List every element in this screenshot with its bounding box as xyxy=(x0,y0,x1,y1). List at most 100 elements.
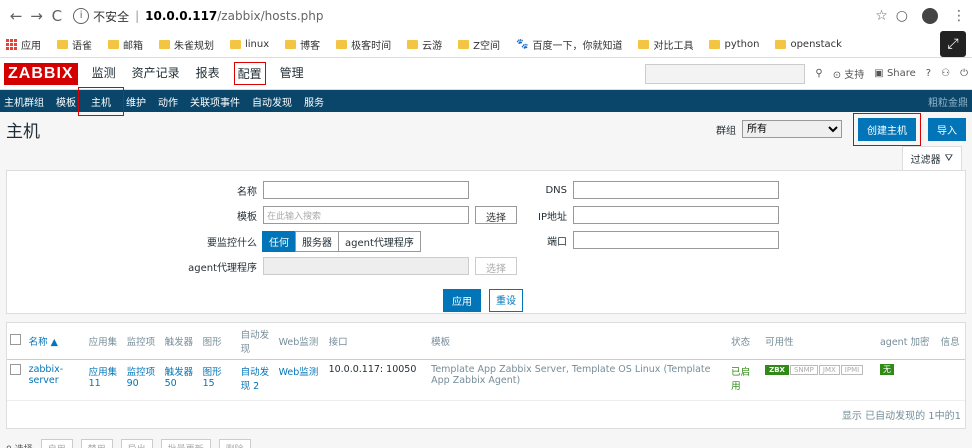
submenu-item[interactable]: 关联项事件 xyxy=(190,94,240,109)
filter-icon: ⛛ xyxy=(944,153,953,164)
menu-item[interactable]: 配置 xyxy=(233,62,266,85)
table-row: zabbix-server 应用集 11 监控项 90 触发器 50 图形 15 自动发现… xyxy=(7,360,965,400)
bookmark-label: 对比工具 xyxy=(653,40,694,52)
bookmark-item[interactable]: openstack xyxy=(775,39,842,50)
mass-action-button[interactable]: 启用 xyxy=(40,438,73,448)
name-input[interactable] xyxy=(263,181,469,199)
search-input[interactable] xyxy=(645,63,806,84)
reload-icon[interactable]: C xyxy=(47,7,67,25)
monitored-option[interactable]: 服务器 xyxy=(295,231,339,252)
search-icon[interactable]: ⚲ xyxy=(815,68,822,79)
submenu-item[interactable]: 自动发现 xyxy=(252,94,292,109)
mass-action-button[interactable]: 导出 xyxy=(120,438,153,448)
info-cell xyxy=(938,360,965,400)
submenu-item[interactable]: 模板 xyxy=(56,94,76,109)
availability-ipmi-badge: IPMI xyxy=(840,365,864,375)
help-icon[interactable]: ? xyxy=(926,68,931,79)
submenu-right[interactable]: 粗粒金鼎 xyxy=(928,94,968,109)
proxy-input[interactable] xyxy=(263,257,469,275)
monitored-by-toggle: 任何 服务器 agent代理程序 xyxy=(262,231,421,252)
bookmark-item[interactable]: linux xyxy=(230,39,269,50)
web-link[interactable]: Web监测 xyxy=(279,367,319,378)
dns-input[interactable] xyxy=(573,181,779,199)
ip-input[interactable] xyxy=(573,206,779,224)
status-link[interactable]: 已启用 xyxy=(731,367,750,392)
mass-action-button[interactable]: 删除 xyxy=(218,438,251,448)
group-select[interactable]: 所有 xyxy=(742,120,842,138)
submenu-item[interactable]: 维护 xyxy=(126,94,146,109)
bookmark-item[interactable]: 朱雀规划 xyxy=(159,37,214,52)
folder-icon xyxy=(285,39,297,49)
bookmark-item[interactable]: 🐾 百度一下，你就知道 xyxy=(516,37,622,52)
star-icon[interactable]: ☆ xyxy=(875,8,888,24)
address-bar-row: ← → C i 不安全 | 10.0.0.117 /zabbix/hosts.p… xyxy=(0,0,972,32)
avatar[interactable] xyxy=(921,8,938,24)
bookmark-item[interactable]: 博客 xyxy=(285,37,320,52)
port-input[interactable] xyxy=(573,231,779,249)
zabbix-logo[interactable]: ZABBIX xyxy=(4,62,78,85)
mass-action-button[interactable]: 批量更新 xyxy=(160,438,211,448)
bookmark-item[interactable]: 对比工具 xyxy=(638,37,693,52)
monitored-option[interactable]: 任何 xyxy=(262,231,296,252)
select-all-checkbox[interactable] xyxy=(10,334,21,345)
support-link[interactable]: ⊙ 支持 xyxy=(833,66,865,81)
monitored-option[interactable]: agent代理程序 xyxy=(338,231,421,252)
column-header[interactable]: 名称 ▲ xyxy=(25,323,86,360)
extension-icon[interactable]: ○ xyxy=(896,8,908,24)
folder-icon xyxy=(458,39,470,49)
host-name-link[interactable]: zabbix-server xyxy=(29,364,64,386)
user-icon[interactable]: ⚇ xyxy=(941,68,950,79)
submenu-item[interactable]: 动作 xyxy=(158,94,178,109)
reset-button[interactable]: 重设 xyxy=(489,289,523,312)
proxy-select-button[interactable]: 选择 xyxy=(475,257,517,275)
table-header: 名称 ▲ 应用集 监控项 触发器 图形 自动发现 Web监测 接口 模板 状态 可用性 agent 加… xyxy=(7,323,965,360)
bookmark-item[interactable]: 极客时间 xyxy=(336,37,391,52)
bookmark-item[interactable]: 语雀 xyxy=(57,37,92,52)
filter-panel: 名称 模板 在此输入搜索 选择 要监控什么 任何 服务器 agent代理程序 age… xyxy=(6,170,966,314)
mass-action-button[interactable]: 禁用 xyxy=(80,438,113,448)
bookmark-label: 极客时间 xyxy=(351,40,392,52)
forward-icon[interactable]: → xyxy=(26,7,46,25)
menu-item[interactable]: 监测 xyxy=(90,62,118,85)
column-header: 状态 xyxy=(728,323,763,360)
share-link[interactable]: ▣ Share xyxy=(874,68,916,79)
bookmark-label: openstack xyxy=(790,38,842,50)
bookmark-label: 朱雀规划 xyxy=(174,40,214,52)
zabbix-topbar: ZABBIX 监测 资产记录 报表 配置 管理 ⚲ ⊙ 支持 ▣ Share ? ⚇ ⏻ xyxy=(0,58,972,90)
row-checkbox[interactable] xyxy=(10,364,21,375)
create-host-button[interactable]: 创建主机 xyxy=(853,112,921,146)
menu-icon[interactable]: ⋮ xyxy=(952,8,966,24)
apps-icon xyxy=(6,38,17,50)
column-header: 图形 xyxy=(199,323,238,360)
items-link[interactable]: 监控项 90 xyxy=(127,367,156,389)
bookmark-label: Z空间 xyxy=(473,40,501,52)
bookmark-item[interactable]: 云游 xyxy=(407,37,442,52)
url-field[interactable]: i 不安全 | 10.0.0.117 /zabbix/hosts.php ☆ xyxy=(73,4,888,28)
back-icon[interactable]: ← xyxy=(6,7,26,25)
apply-button[interactable]: 应用 xyxy=(443,289,481,312)
info-icon[interactable]: i xyxy=(73,8,90,24)
bookmark-item[interactable]: python xyxy=(709,39,759,50)
filter-tab[interactable]: 过滤器 ⛛ xyxy=(901,146,962,170)
bookmark-item[interactable]: 邮箱 xyxy=(108,37,143,52)
bookmark-label: 博客 xyxy=(300,40,321,52)
fullscreen-icon[interactable]: ⤢ xyxy=(940,31,966,57)
logout-icon[interactable]: ⏻ xyxy=(960,68,968,79)
encryption-badge: 无 xyxy=(879,364,894,375)
graphs-link[interactable]: 图形 15 xyxy=(203,367,222,389)
bookmark-item[interactable]: Z空间 xyxy=(458,37,500,52)
submenu-item[interactable]: 主机群组 xyxy=(4,94,44,109)
triggers-link[interactable]: 触发器 50 xyxy=(165,367,194,389)
bookmark-label: python xyxy=(724,38,760,50)
submenu-item[interactable]: 服务 xyxy=(304,94,324,109)
column-header: 模板 xyxy=(428,323,729,360)
menu-item[interactable]: 资产记录 xyxy=(130,62,182,85)
submenu-item[interactable]: 主机 xyxy=(78,86,124,116)
template-input[interactable]: 在此输入搜索 xyxy=(263,206,469,224)
discovery-link[interactable]: 自动发现 2 xyxy=(241,367,270,392)
bookmark-item[interactable]: 应用 xyxy=(6,37,41,52)
menu-item[interactable]: 管理 xyxy=(278,62,306,85)
applications-link[interactable]: 应用集 11 xyxy=(89,367,118,389)
import-button[interactable]: 导入 xyxy=(928,117,966,141)
menu-item[interactable]: 报表 xyxy=(194,62,222,85)
